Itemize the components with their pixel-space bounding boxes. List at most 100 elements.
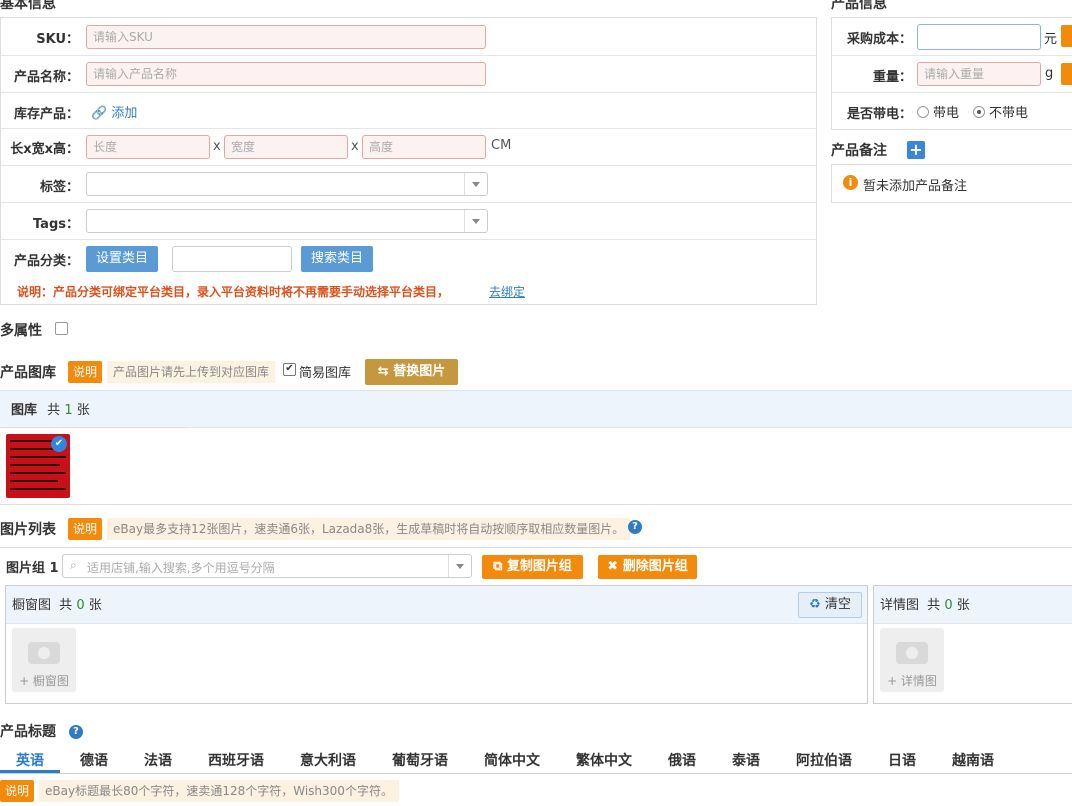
cost-unit: 元 xyxy=(1044,32,1058,47)
chevron-down-icon xyxy=(448,555,471,577)
recycle-icon: ♻ xyxy=(809,597,821,612)
tab-thai[interactable]: 泰语 xyxy=(732,750,760,770)
tag-select[interactable] xyxy=(86,172,488,196)
active-tab-indicator xyxy=(0,770,60,773)
weight-unit: g xyxy=(1045,66,1054,81)
gallery-header: 图库 共 1 张 xyxy=(0,391,1072,428)
check-circle-icon: ✔ xyxy=(51,436,67,452)
tab-arabic[interactable]: 阿拉伯语 xyxy=(796,750,852,770)
detail-image-header: 详情图 共 0 张 xyxy=(874,586,1072,624)
dims-unit: CM xyxy=(491,138,512,153)
gallery-total-suffix: 张 xyxy=(76,403,90,418)
product-info-panel: 采购成本： 元 重量： 请输入重量 g 是否带电： 带电 不带电 xyxy=(831,17,1072,130)
category-note: 说明：产品分类可绑定平台类目，录入平台资料时将不再需要手动选择平台类目， xyxy=(17,285,450,299)
radio-checked-icon xyxy=(973,105,985,118)
help-icon[interactable]: ? xyxy=(628,520,642,534)
window-image-summary: 橱窗图 共 0 张 xyxy=(12,594,102,613)
battery-yes-option[interactable]: 带电 xyxy=(917,102,959,121)
info-icon: i xyxy=(843,175,858,190)
copy-icon: ⧉ xyxy=(493,559,503,574)
category-input[interactable] xyxy=(172,246,292,272)
multi-attr-label: 多属性 xyxy=(0,323,42,339)
dims-x-1: x xyxy=(213,139,221,154)
product-name-input[interactable]: 请输入产品名称 xyxy=(86,62,486,86)
tab-simplified-chinese[interactable]: 简体中文 xyxy=(484,750,540,770)
image-group-shop-select[interactable]: ⌕ 适用店铺,输入搜索,多个用逗号分隔 xyxy=(62,554,472,578)
set-category-button[interactable]: 设置类目 xyxy=(86,246,158,272)
add-remark-icon[interactable]: + xyxy=(907,141,925,159)
gallery-tip: 产品图片请先上传到对应图库 xyxy=(107,361,276,383)
basic-info-title: 基本信息 xyxy=(0,0,56,12)
tab-french[interactable]: 法语 xyxy=(144,750,172,770)
gallery-lib-label: 图库 xyxy=(11,403,38,418)
detail-total-prefix: 共 xyxy=(927,598,941,613)
length-input[interactable]: 长度 xyxy=(86,135,210,159)
simple-gallery-checkbox[interactable]: ✔ xyxy=(283,363,296,376)
tags-select[interactable] xyxy=(86,209,488,233)
battery-no-label: 不带电 xyxy=(989,106,1029,121)
detail-total-suffix: 张 xyxy=(956,598,970,613)
window-total-prefix: 共 xyxy=(59,598,73,613)
gallery-lib-summary: 图库 共 1 张 xyxy=(11,399,90,418)
weight-tip-badge[interactable] xyxy=(1061,63,1072,85)
replace-image-button[interactable]: ⇆ 替换图片 xyxy=(365,359,458,385)
gallery-title: 产品图库 xyxy=(0,365,56,381)
detail-count: 0 xyxy=(944,598,953,613)
category-label: 产品分类： xyxy=(13,254,79,269)
tab-russian[interactable]: 俄语 xyxy=(668,750,696,770)
replace-image-label: 替换图片 xyxy=(393,364,446,379)
cost-tip-badge[interactable] xyxy=(1061,25,1072,47)
detail-image-box: 详情图 共 0 张 + 详情图 xyxy=(873,585,1072,704)
image-list-tip: eBay最多支持12张图片，速卖通6张，Lazada8张，生成草稿时将自动按顺序… xyxy=(107,518,631,540)
refresh-icon: ⇆ xyxy=(377,364,389,379)
image-list-panel: 图片组 1 ⌕ 适用店铺,输入搜索,多个用逗号分隔 ⧉ 复制图片组 ✖ 删除图片… xyxy=(0,547,1072,708)
add-window-image-slot[interactable]: + 橱窗图 xyxy=(12,628,76,692)
clear-button[interactable]: ♻ 清空 xyxy=(798,592,862,618)
sku-input[interactable]: 请输入SKU xyxy=(86,25,486,49)
window-image-label: 橱窗图 xyxy=(12,598,52,613)
add-window-image-label: + 橱窗图 xyxy=(19,674,69,688)
tab-spanish[interactable]: 西班牙语 xyxy=(208,750,264,770)
stock-product-label: 库存产品： xyxy=(13,107,79,122)
add-detail-image-slot[interactable]: + 详情图 xyxy=(880,628,944,692)
help-icon[interactable]: ? xyxy=(69,725,83,739)
gallery-panel: 图库 共 1 张 ✔ xyxy=(0,390,1072,505)
tab-english[interactable]: 英语 xyxy=(16,750,44,770)
image-list-title: 图片列表 xyxy=(0,522,56,538)
delete-image-group-label: 删除图片组 xyxy=(622,559,688,574)
search-category-button[interactable]: 搜索类目 xyxy=(301,246,373,272)
search-icon: ⌕ xyxy=(70,558,77,572)
tags-label: Tags： xyxy=(32,217,79,232)
height-input[interactable]: 高度 xyxy=(362,135,486,159)
product-title-heading: 产品标题 xyxy=(0,724,56,740)
dims-label: 长x宽x高： xyxy=(10,142,79,157)
tab-traditional-chinese[interactable]: 繁体中文 xyxy=(576,750,632,770)
tab-portuguese[interactable]: 葡萄牙语 xyxy=(392,750,448,770)
delete-image-group-button[interactable]: ✖ 删除图片组 xyxy=(598,555,697,579)
bind-link[interactable]: 去绑定 xyxy=(489,283,525,300)
battery-no-option[interactable]: 不带电 xyxy=(973,102,1028,121)
tab-italian[interactable]: 意大利语 xyxy=(300,750,356,770)
tab-german[interactable]: 德语 xyxy=(80,750,108,770)
gallery-thumbnail[interactable]: ✔ xyxy=(6,434,70,498)
tag-label: 标签： xyxy=(39,180,79,195)
weight-input[interactable]: 请输入重量 xyxy=(917,62,1041,86)
width-input[interactable]: 宽度 xyxy=(224,135,348,159)
image-group-label: 图片组 1 xyxy=(6,561,59,576)
dims-x-2: x xyxy=(351,139,359,154)
chevron-down-icon xyxy=(464,210,487,232)
copy-image-group-label: 复制图片组 xyxy=(506,559,572,574)
close-icon: ✖ xyxy=(607,559,619,574)
tab-japanese[interactable]: 日语 xyxy=(888,750,916,770)
tab-vietnamese[interactable]: 越南语 xyxy=(952,750,994,770)
clear-label: 清空 xyxy=(824,597,851,612)
copy-image-group-button[interactable]: ⧉ 复制图片组 xyxy=(482,555,583,579)
stock-add-link[interactable]: 🔗 添加 xyxy=(91,102,137,121)
camera-icon xyxy=(896,642,928,664)
battery-label: 是否带电： xyxy=(846,107,912,122)
detail-image-summary: 详情图 共 0 张 xyxy=(880,594,970,613)
multi-attr-checkbox[interactable] xyxy=(55,322,68,335)
gallery-total-prefix: 共 xyxy=(47,403,61,418)
cost-input[interactable] xyxy=(917,24,1041,50)
window-image-box: 橱窗图 共 0 张 ♻ 清空 + 橱窗图 xyxy=(5,585,868,704)
